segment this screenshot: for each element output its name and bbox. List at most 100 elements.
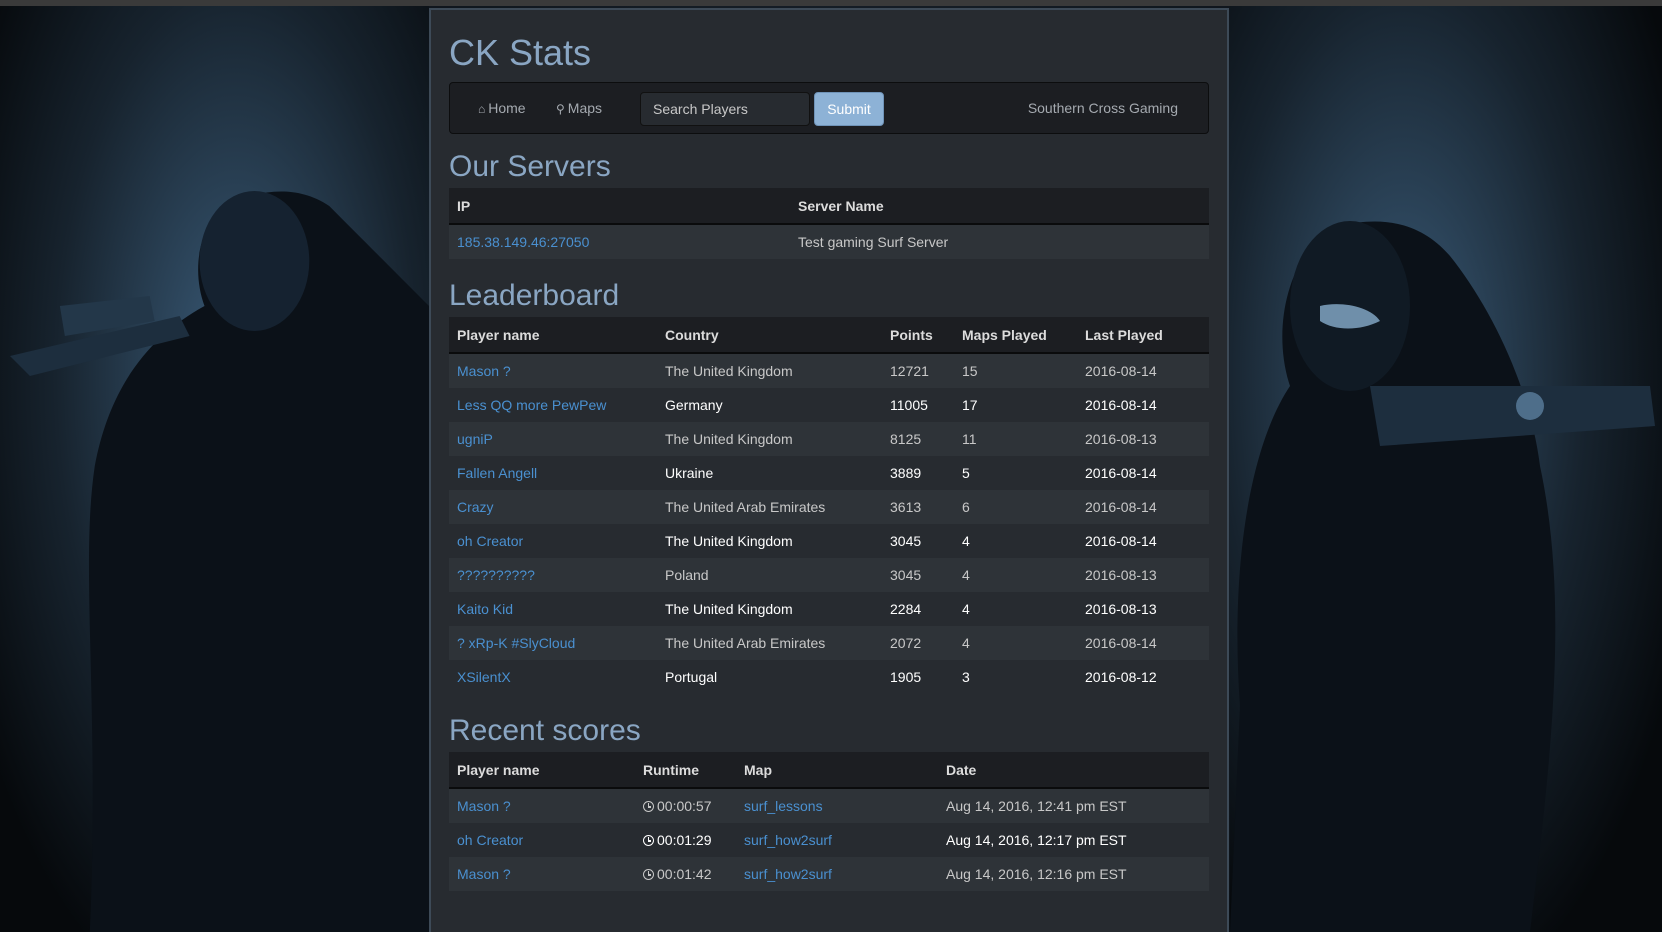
page-title: CK Stats	[449, 32, 592, 73]
leaderboard-table: Player name Country Points Maps Played L…	[449, 317, 1209, 694]
last-played-cell: 2016-08-14	[1077, 626, 1209, 660]
country-cell: Ukraine	[657, 456, 882, 490]
points-cell: 3045	[882, 524, 954, 558]
last-played-cell: 2016-08-14	[1077, 490, 1209, 524]
main-container: CK Stats ⌂Home ⚲Maps Submit Southern Cro…	[429, 8, 1229, 932]
last-played-cell: 2016-08-14	[1077, 388, 1209, 422]
last-played-cell: 2016-08-14	[1077, 353, 1209, 388]
last-played-cell: 2016-08-12	[1077, 660, 1209, 694]
points-cell: 2284	[882, 592, 954, 626]
player-link[interactable]: ? xRp-K #SlyCloud	[449, 626, 657, 660]
servers-table: IP Server Name 185.38.149.46:27050 Test …	[449, 188, 1209, 259]
leaderboard-heading: Leaderboard	[449, 279, 620, 312]
home-icon: ⌂	[478, 102, 486, 116]
country-cell: Germany	[657, 388, 882, 422]
map-link[interactable]: surf_how2surf	[736, 823, 938, 857]
player-link[interactable]: oh Creator	[449, 524, 657, 558]
maps-played-cell: 4	[954, 558, 1077, 592]
player-link[interactable]: Mason ?	[449, 788, 635, 823]
table-row: Mason ? 00:00:57 surf_lessons Aug 14, 20…	[449, 788, 1209, 823]
table-row: 185.38.149.46:27050 Test gaming Surf Ser…	[449, 224, 1209, 259]
table-row: Kaito Kid The United Kingdom 2284 4 2016-08-…	[449, 592, 1209, 626]
country-cell: The United Kingdom	[657, 422, 882, 456]
table-row: oh Creator The United Kingdom 3045 4 2016-08…	[449, 524, 1209, 558]
table-row: XSilentX Portugal 1905 3 2016-08-12	[449, 660, 1209, 694]
player-link[interactable]: oh Creator	[449, 823, 635, 857]
last-played-cell: 2016-08-13	[1077, 592, 1209, 626]
player-link[interactable]: XSilentX	[449, 660, 657, 694]
table-row: Mason ? 00:01:42 surf_how2surf Aug 14, 2…	[449, 857, 1209, 891]
table-row: Crazy The United Arab Emirates 3613 6 2016-0…	[449, 490, 1209, 524]
map-link[interactable]: surf_how2surf	[736, 857, 938, 891]
recent-scores-heading: Recent scores	[449, 714, 641, 747]
search-input[interactable]	[640, 92, 810, 126]
country-cell: Poland	[657, 558, 882, 592]
player-link[interactable]: Less QQ more PewPew	[449, 388, 657, 422]
maps-played-cell: 4	[954, 626, 1077, 660]
map-marker-icon: ⚲	[556, 102, 565, 116]
table-row: ? xRp-K #SlyCloud The United Arab Emirate…	[449, 626, 1209, 660]
column-header-country: Country	[657, 317, 882, 354]
runtime-value: 00:01:29	[657, 832, 712, 848]
table-row: Mason ? The United Kingdom 12721 15 2016-08-…	[449, 353, 1209, 388]
runtime-value: 00:01:42	[657, 866, 712, 882]
column-header-map: Map	[736, 752, 938, 789]
player-link[interactable]: ??????????	[449, 558, 657, 592]
player-link[interactable]: Crazy	[449, 490, 657, 524]
player-link[interactable]: Mason ?	[449, 857, 635, 891]
last-played-cell: 2016-08-13	[1077, 558, 1209, 592]
table-row: Less QQ more PewPew Germany 11005 17 2016-08…	[449, 388, 1209, 422]
column-header-points: Points	[882, 317, 954, 354]
points-cell: 3045	[882, 558, 954, 592]
column-header-runtime: Runtime	[635, 752, 736, 789]
table-header-row: Player name Country Points Maps Played L…	[449, 317, 1209, 354]
brand-link[interactable]: Southern Cross Gaming	[1028, 100, 1178, 116]
table-row: ?????????? Poland 3045 4 2016-08-13	[449, 558, 1209, 592]
clock-icon	[643, 835, 654, 846]
background-soldier-left	[0, 6, 429, 932]
date-cell: Aug 14, 2016, 12:41 pm EST	[938, 788, 1209, 823]
country-cell: The United Arab Emirates	[657, 626, 882, 660]
server-ip-link[interactable]: 185.38.149.46:27050	[449, 224, 790, 259]
points-cell: 3889	[882, 456, 954, 490]
column-header-player: Player name	[449, 317, 657, 354]
points-cell: 8125	[882, 422, 954, 456]
runtime-cell: 00:00:57	[635, 788, 736, 823]
recent-scores-table: Player name Runtime Map Date Mason ? 00:…	[449, 752, 1209, 891]
country-cell: The United Kingdom	[657, 592, 882, 626]
player-link[interactable]: Kaito Kid	[449, 592, 657, 626]
column-header-ip: IP	[449, 188, 790, 225]
date-cell: Aug 14, 2016, 12:17 pm EST	[938, 823, 1209, 857]
table-row: oh Creator 00:01:29 surf_how2surf Aug 14…	[449, 823, 1209, 857]
points-cell: 2072	[882, 626, 954, 660]
maps-played-cell: 5	[954, 456, 1077, 490]
servers-heading: Our Servers	[449, 150, 611, 183]
submit-button[interactable]: Submit	[814, 92, 884, 126]
maps-played-cell: 4	[954, 524, 1077, 558]
points-cell: 11005	[882, 388, 954, 422]
country-cell: The United Arab Emirates	[657, 490, 882, 524]
maps-played-cell: 15	[954, 353, 1077, 388]
runtime-cell: 00:01:29	[635, 823, 736, 857]
country-cell: Portugal	[657, 660, 882, 694]
nav-maps-link[interactable]: ⚲ Maps	[556, 100, 602, 116]
column-header-last-played: Last Played	[1077, 317, 1209, 354]
table-row: Fallen Angell Ukraine 3889 5 2016-08-14	[449, 456, 1209, 490]
column-header-player: Player name	[449, 752, 635, 789]
runtime-value: 00:00:57	[657, 798, 712, 814]
last-played-cell: 2016-08-13	[1077, 422, 1209, 456]
player-link[interactable]: ugniP	[449, 422, 657, 456]
navbar: ⌂Home ⚲Maps Submit Southern Cross Gaming	[449, 82, 1209, 134]
clock-icon	[643, 869, 654, 880]
points-cell: 12721	[882, 353, 954, 388]
background-soldier-right	[1230, 6, 1662, 932]
nav-home-link[interactable]: ⌂ Home	[478, 100, 526, 116]
table-header-row: Player name Runtime Map Date	[449, 752, 1209, 789]
player-link[interactable]: Mason ?	[449, 353, 657, 388]
map-link[interactable]: surf_lessons	[736, 788, 938, 823]
player-link[interactable]: Fallen Angell	[449, 456, 657, 490]
maps-played-cell: 3	[954, 660, 1077, 694]
nav-maps-label: Maps	[567, 100, 603, 116]
column-header-maps-played: Maps Played	[954, 317, 1077, 354]
maps-played-cell: 6	[954, 490, 1077, 524]
